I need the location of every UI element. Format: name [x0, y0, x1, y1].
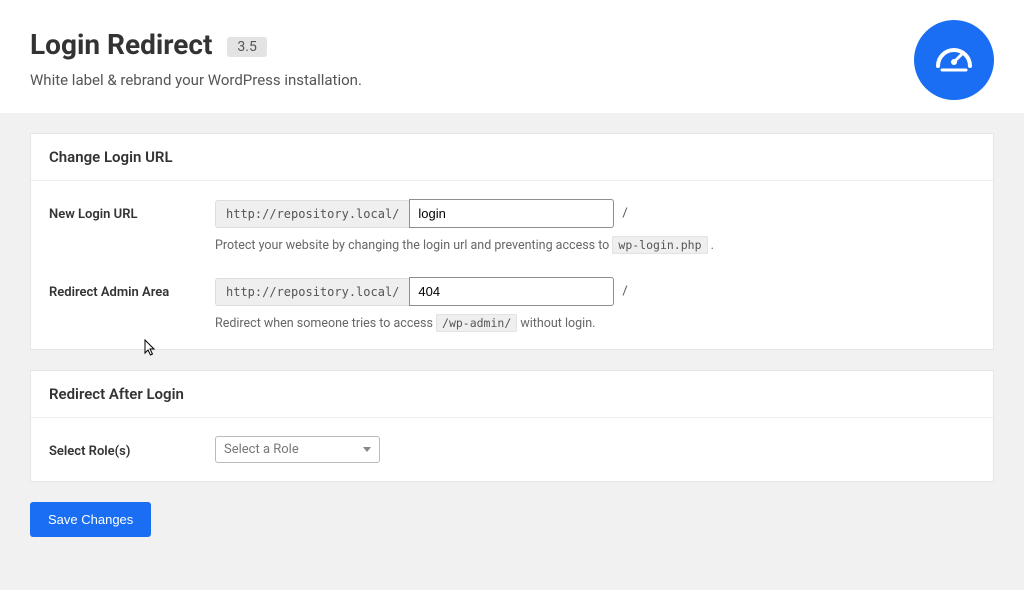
label-select-roles: Select Role(s) — [49, 436, 215, 459]
redirect-admin-input[interactable] — [409, 277, 614, 306]
help-text-pre: Protect your website by changing the log… — [215, 238, 612, 253]
content-area: Change Login URL New Login URL http://re… — [0, 113, 1024, 557]
new-login-url-input[interactable] — [409, 199, 614, 228]
label-new-login-url: New Login URL — [49, 199, 215, 222]
url-suffix: / — [622, 206, 627, 221]
save-button[interactable]: Save Changes — [30, 502, 151, 537]
panel-heading: Change Login URL — [31, 134, 993, 181]
page-subtitle: White label & rebrand your WordPress ins… — [30, 71, 994, 89]
brand-logo — [914, 20, 994, 100]
help-redirect-admin: Redirect when someone tries to access /w… — [215, 316, 975, 331]
help-text-post: . — [711, 238, 714, 253]
field-select-roles: Select a Role — [215, 436, 975, 463]
panel-body: New Login URL http://repository.local/ /… — [31, 181, 993, 349]
role-select-placeholder: Select a Role — [224, 442, 299, 457]
url-prefix: http://repository.local/ — [215, 200, 409, 228]
help-new-login-url: Protect your website by changing the log… — [215, 238, 975, 253]
label-redirect-admin-area: Redirect Admin Area — [49, 277, 215, 300]
panel-body: Select Role(s) Select a Role — [31, 418, 993, 481]
field-line: http://repository.local/ / — [215, 199, 975, 228]
chevron-down-icon — [363, 447, 371, 452]
url-suffix: / — [622, 284, 627, 299]
version-badge: 3.5 — [227, 37, 266, 57]
help-code: wp-login.php — [612, 236, 707, 254]
field-line: http://repository.local/ / — [215, 277, 975, 306]
field-new-login-url: http://repository.local/ / Protect your … — [215, 199, 975, 253]
panel-heading: Redirect After Login — [31, 371, 993, 418]
page-title-text: Login Redirect — [30, 28, 212, 61]
row-new-login-url: New Login URL http://repository.local/ /… — [49, 199, 975, 253]
field-redirect-admin-area: http://repository.local/ / Redirect when… — [215, 277, 975, 331]
page-header: Login Redirect 3.5 White label & rebrand… — [0, 0, 1024, 113]
panel-change-login-url: Change Login URL New Login URL http://re… — [30, 133, 994, 350]
dashboard-gauge-icon — [932, 36, 976, 84]
page-title: Login Redirect 3.5 — [30, 28, 267, 61]
help-text-post: without login. — [520, 316, 595, 331]
row-select-roles: Select Role(s) Select a Role — [49, 436, 975, 463]
row-redirect-admin-area: Redirect Admin Area http://repository.lo… — [49, 277, 975, 331]
panel-redirect-after-login: Redirect After Login Select Role(s) Sele… — [30, 370, 994, 482]
url-prefix: http://repository.local/ — [215, 278, 409, 306]
role-select[interactable]: Select a Role — [215, 436, 380, 463]
help-code: /wp-admin/ — [436, 314, 517, 332]
help-text-pre: Redirect when someone tries to access — [215, 316, 436, 331]
